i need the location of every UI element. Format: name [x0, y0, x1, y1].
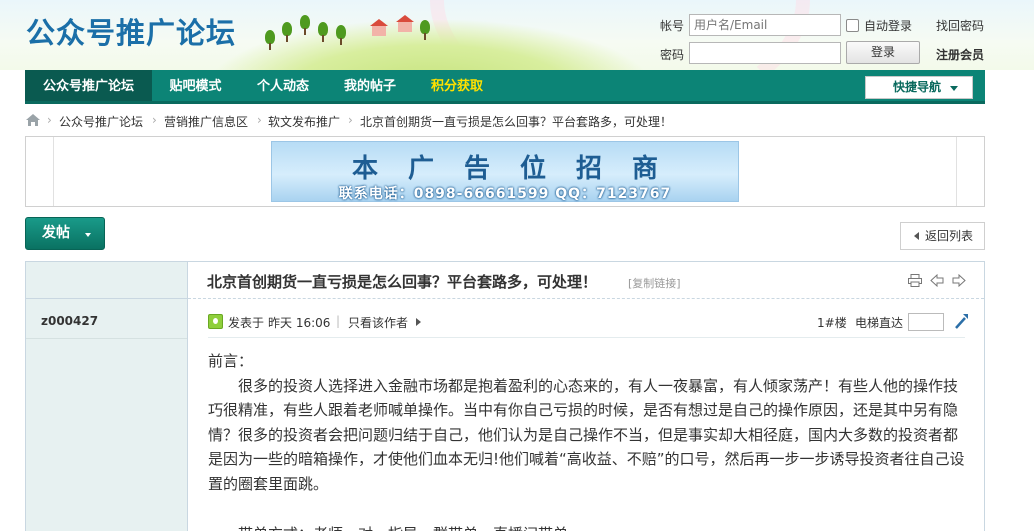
- chevron-right-icon: [416, 318, 421, 326]
- author-only-link[interactable]: 只看该作者: [348, 314, 408, 331]
- ad-banner[interactable]: 本广告位招商 联系电话：0898-66661599 QQ：7123767: [271, 141, 739, 202]
- post-paragraph: 带单方式：老师一对一指导、群带单、直播间带单: [208, 522, 966, 531]
- floor-jump-input[interactable]: [908, 313, 944, 331]
- tree-icon: [265, 30, 275, 50]
- thread-title-row: 北京首创期货一直亏损是怎么回事？平台套路多，可处理！ [复制链接]: [188, 262, 984, 299]
- author-sidebar: z000427: [26, 262, 188, 531]
- breadcrumb-item[interactable]: 公众号推广论坛: [59, 113, 143, 130]
- main-nav: 公众号推广论坛 贴吧模式 个人动态 我的帖子 积分获取 快捷导航: [25, 70, 985, 104]
- post-body: 前言： 很多的投资人选择进入金融市场都是抱着盈利的心态来的，有人一夜暴富，有人倾…: [208, 349, 966, 531]
- author-name[interactable]: z000427: [41, 314, 98, 328]
- thread-title: 北京首创期货一直亏损是怎么回事？平台套路多，可处理！: [207, 273, 598, 291]
- username-label: 帐号: [660, 19, 685, 33]
- login-button[interactable]: 登录: [846, 41, 920, 64]
- password-input[interactable]: [689, 42, 841, 64]
- breadcrumb-separator: ›: [47, 113, 52, 127]
- divider: [26, 338, 187, 339]
- hills-decoration: [210, 20, 650, 70]
- tree-icon: [420, 20, 430, 40]
- post-paragraph: 很多的投资人选择进入金融市场都是抱着盈利的心态来的，有人一夜暴富，有人倾家荡产！…: [208, 376, 965, 493]
- posted-time: 昨天 16:06: [268, 316, 331, 330]
- autologin-label: 自动登录: [864, 19, 913, 33]
- jump-go-icon[interactable]: [954, 312, 970, 330]
- tree-icon: [318, 22, 328, 42]
- tree-icon: [336, 25, 346, 45]
- site-logo[interactable]: 公众号推广论坛: [26, 10, 236, 52]
- post-intro: 前言：: [208, 352, 254, 370]
- tree-icon: [300, 15, 310, 35]
- register-link[interactable]: 注册会员: [936, 46, 984, 63]
- ad-container: 本广告位招商 联系电话：0898-66661599 QQ：7123767: [25, 136, 985, 207]
- breadcrumb-separator: ›: [152, 113, 157, 127]
- quick-nav-button[interactable]: 快捷导航: [865, 76, 973, 99]
- back-to-list-label: 返回列表: [925, 229, 974, 243]
- site-header: 公众号推广论坛 帐号 自动登录 找回密码 密码 登录 注册会员: [0, 0, 1034, 70]
- new-post-label: 发帖: [42, 225, 70, 241]
- floor-number[interactable]: 1#楼: [817, 314, 847, 331]
- jump-label: 电梯直达: [855, 316, 904, 330]
- back-arrow-icon: [914, 232, 919, 240]
- quick-nav-label: 快捷导航: [893, 80, 942, 94]
- breadcrumb-separator: ›: [257, 113, 262, 127]
- home-icon[interactable]: [25, 113, 41, 127]
- forgot-password-link[interactable]: 找回密码: [936, 17, 984, 34]
- chevron-down-icon: [85, 233, 91, 237]
- nav-item-points[interactable]: 积分获取: [413, 70, 501, 101]
- breadcrumb-item[interactable]: 软文发布推广: [268, 113, 340, 130]
- chevron-down-icon: [950, 86, 958, 91]
- house-icon: [396, 15, 414, 32]
- nav-item-tieba[interactable]: 贴吧模式: [152, 70, 239, 101]
- tree-icon: [282, 22, 292, 42]
- print-icon[interactable]: [908, 274, 922, 287]
- nav-item-feed[interactable]: 个人动态: [239, 70, 327, 101]
- divider: [956, 137, 957, 206]
- autologin-checkbox[interactable]: [846, 19, 859, 32]
- nav-item-my-posts[interactable]: 我的帖子: [327, 70, 413, 101]
- ad-contact: 联系电话：0898-66661599 QQ：7123767: [338, 186, 672, 202]
- posted-label: 发表于: [228, 316, 265, 330]
- ad-headline: 本广告位招商: [351, 154, 688, 184]
- online-status-icon: [208, 314, 223, 329]
- post-meta: 发表于 昨天 16:06 | 只看该作者 1#楼 电梯直达: [208, 312, 970, 331]
- back-to-list-button[interactable]: 返回列表: [900, 222, 985, 250]
- breadcrumb-item[interactable]: 营销推广信息区: [164, 113, 248, 130]
- divider: [53, 137, 54, 206]
- house-icon: [370, 19, 388, 36]
- sidebar-header: [26, 262, 187, 299]
- previous-thread-icon[interactable]: [930, 274, 944, 287]
- login-form: 帐号 自动登录 找回密码 密码 登录 注册会员: [655, 14, 1025, 66]
- title-actions: [908, 274, 966, 288]
- breadcrumb-separator: ›: [348, 113, 353, 127]
- divider: [208, 337, 965, 338]
- copy-link[interactable]: [复制链接]: [628, 275, 681, 291]
- username-input[interactable]: [689, 14, 841, 36]
- breadcrumb: › 公众号推广论坛 › 营销推广信息区 › 软文发布推广 › 北京首创期货一直亏…: [25, 112, 985, 130]
- post-container: z000427 北京首创期货一直亏损是怎么回事？平台套路多，可处理！ [复制链接…: [25, 261, 985, 531]
- meta-separator: |: [336, 314, 341, 328]
- nav-item-home[interactable]: 公众号推广论坛: [25, 70, 152, 101]
- password-label: 密码: [660, 48, 685, 62]
- new-post-button[interactable]: 发帖: [25, 217, 105, 250]
- next-thread-icon[interactable]: [952, 274, 966, 287]
- breadcrumb-current: 北京首创期货一直亏损是怎么回事？平台套路多，可处理！: [360, 115, 673, 129]
